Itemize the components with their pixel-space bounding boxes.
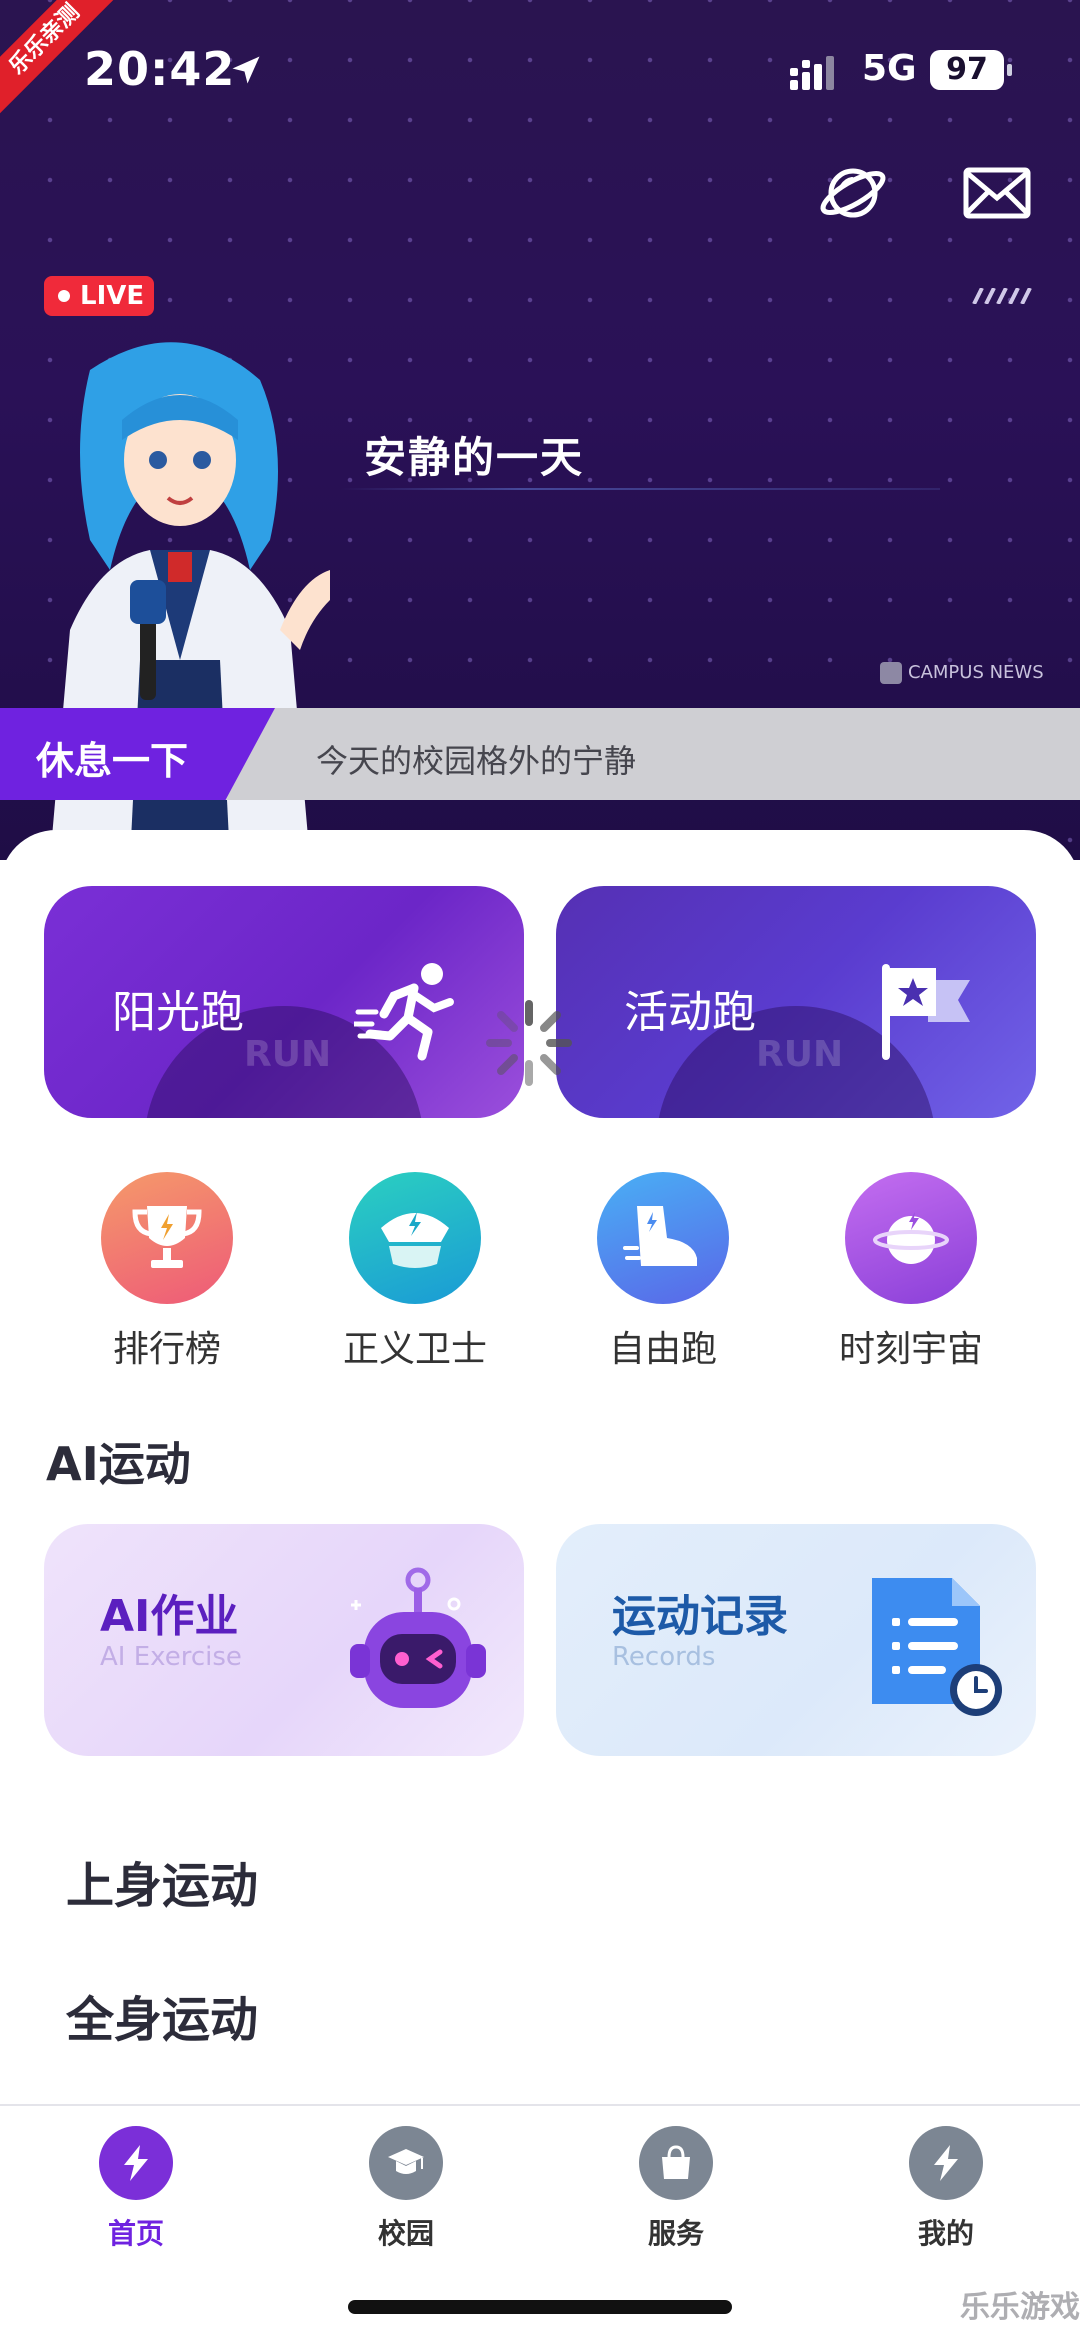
tab-mine-label: 我的: [917, 2217, 974, 2250]
live-banner[interactable]: 乐乐亲测 20:42 5G 97 LIVE 安静的一天 CAMPUS NEWS: [0, 0, 1080, 860]
activity-run-card[interactable]: RUN 活动跑: [556, 886, 1036, 1118]
status-time: 20:42: [84, 42, 236, 96]
police-cap-icon: [349, 1172, 481, 1304]
ai-exercise-subtitle: AI Exercise: [100, 1642, 242, 1672]
cellular-signal-icon: [790, 56, 834, 90]
ai-exercise-card[interactable]: AI作业 AI Exercise: [44, 1524, 524, 1756]
sneaker-icon: [597, 1172, 729, 1304]
loading-spinner-icon: [486, 1000, 572, 1086]
sunshine-run-card[interactable]: RUN 阳光跑: [44, 886, 524, 1118]
leaderboard-label: 排行榜: [112, 1329, 221, 1370]
upper-body-exercise-item[interactable]: 上身运动: [66, 1846, 258, 1916]
tab-campus-label: 校园: [377, 2217, 434, 2250]
live-badge: LIVE: [44, 276, 154, 316]
ticker-tag-label: 休息一下: [36, 739, 189, 783]
flag-icon: [882, 964, 970, 1060]
ai-exercise-title: AI作业: [100, 1591, 239, 1642]
campus-news-logo-icon: [880, 662, 902, 684]
ticker-tag: 休息一下: [0, 708, 275, 800]
free-run-action[interactable]: 自由跑: [578, 1172, 748, 1372]
lightning-icon: [909, 2126, 983, 2200]
records-title: 运动记录: [612, 1591, 788, 1642]
network-type: 5G: [862, 48, 917, 89]
ai-section-title: AI运动: [46, 1437, 191, 1491]
headline-divider: [340, 488, 940, 490]
justice-guard-label: 正义卫士: [342, 1329, 487, 1370]
decorative-stripes: [972, 288, 1032, 304]
moment-universe-label: 时刻宇宙: [838, 1329, 983, 1370]
home-indicator[interactable]: [348, 2300, 732, 2314]
records-card[interactable]: 运动记录 Records: [556, 1524, 1036, 1756]
battery-level: 97: [930, 50, 1012, 90]
trophy-icon: [101, 1172, 233, 1304]
free-run-label: 自由跑: [608, 1329, 717, 1370]
site-watermark: 乐乐游戏: [960, 2290, 1080, 2325]
leaderboard-action[interactable]: 排行榜: [82, 1172, 252, 1372]
robot-icon: [350, 1567, 486, 1708]
ticker-text: 今天的校园格外的宁静: [316, 742, 637, 780]
planet-icon[interactable]: [816, 156, 890, 230]
run-watermark: RUN: [756, 1034, 844, 1075]
tab-mine[interactable]: 我的: [866, 2126, 1026, 2252]
news-ticker: 休息一下 今天的校园格外的宁静: [0, 708, 1080, 800]
planet-icon: [845, 1172, 977, 1304]
runner-icon: [354, 963, 454, 1061]
document-clock-icon: [872, 1578, 1002, 1716]
campus-news-label: CAMPUS NEWS: [908, 662, 1044, 683]
sunshine-run-label: 阳光跑: [112, 987, 244, 1038]
tab-services[interactable]: 服务: [596, 2126, 756, 2252]
run-watermark: RUN: [244, 1034, 332, 1075]
full-body-exercise-item[interactable]: 全身运动: [66, 1980, 258, 2050]
records-subtitle: Records: [612, 1642, 716, 1672]
justice-guard-action[interactable]: 正义卫士: [330, 1172, 500, 1372]
mail-icon[interactable]: [960, 156, 1034, 230]
banner-headline: 安静的一天: [364, 433, 585, 482]
tab-home-label: 首页: [107, 2217, 164, 2250]
moment-universe-action[interactable]: 时刻宇宙: [826, 1172, 996, 1372]
shopping-bag-icon: [639, 2126, 713, 2200]
graduation-cap-icon: [369, 2126, 443, 2200]
campus-news-brand: CAMPUS NEWS: [880, 662, 1044, 684]
tab-services-label: 服务: [647, 2217, 704, 2250]
activity-run-label: 活动跑: [624, 987, 756, 1038]
tab-campus[interactable]: 校园: [326, 2126, 486, 2252]
lightning-icon: [99, 2126, 173, 2200]
tab-home[interactable]: 首页: [56, 2126, 216, 2252]
location-arrow-icon: [232, 56, 260, 84]
